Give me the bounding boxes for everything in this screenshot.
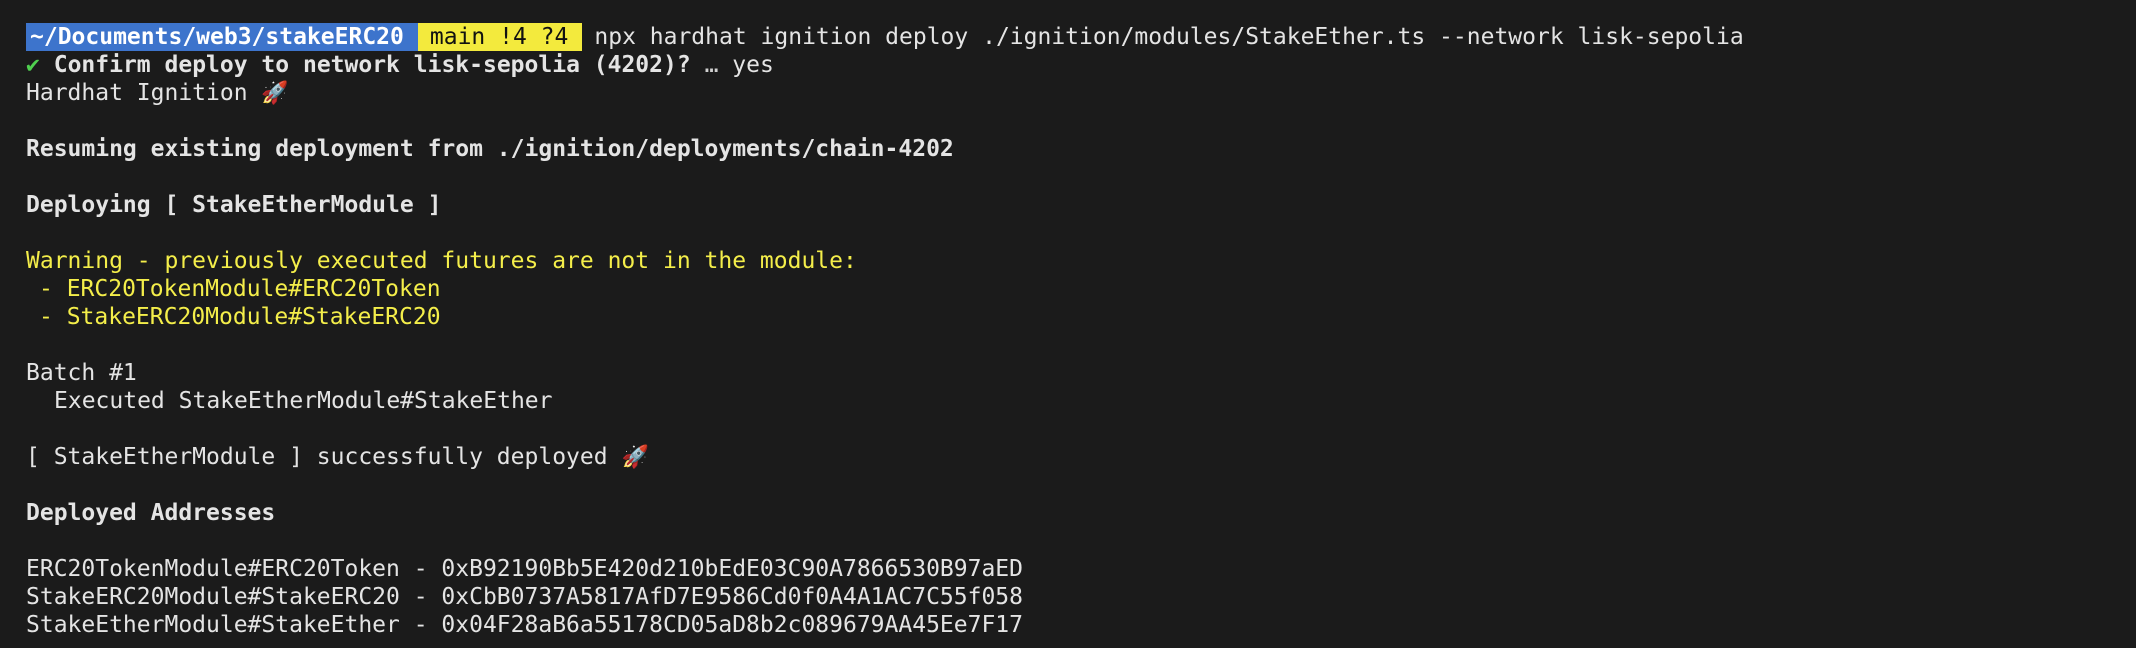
git-status-segment: main !4 ?4 — [417, 23, 583, 51]
address-line: StakeERC20Module#StakeERC20 - 0xCbB0737A… — [26, 584, 1023, 610]
warning-item: - StakeERC20Module#StakeERC20 — [0, 303, 2136, 331]
resuming-line: Resuming existing deployment from ./igni… — [26, 136, 954, 162]
address-line: StakeEtherModule#StakeEther - 0x04F28aB6… — [26, 612, 1023, 638]
hardhat-title-line: Hardhat Ignition 🚀 — [0, 79, 2136, 107]
warning-item-text: - StakeERC20Module#StakeERC20 — [39, 304, 441, 330]
warning-item-text: - ERC20TokenModule#ERC20Token — [39, 276, 441, 302]
prompt-path-bold: web3/stakeERC20 — [196, 24, 404, 50]
success-line: [ StakeEtherModule ] successfully deploy… — [0, 443, 2136, 471]
confirm-line: ✔ Confirm deploy to network lisk-sepolia… — [0, 51, 2136, 79]
terminal-window[interactable]: ~/Documents/web3/stakeERC20 main !4 ?4 npx… — [0, 0, 2136, 648]
confirm-ellipsis: … — [704, 52, 719, 78]
prompt-line: ~/Documents/web3/stakeERC20 main !4 ?4 npx… — [0, 23, 2136, 51]
prompt-path-prefix: ~/Documents/ — [30, 24, 197, 50]
batch-title: Batch #1 — [26, 360, 137, 386]
address-line: ERC20TokenModule#ERC20Token - 0xB92190Bb… — [26, 556, 1023, 582]
confirm-question: Confirm deploy to network lisk-sepolia (… — [53, 52, 691, 78]
deploying-line: Deploying [ StakeEtherModule ] — [26, 192, 442, 218]
warning-item: - ERC20TokenModule#ERC20Token — [0, 275, 2136, 303]
confirm-answer: yes — [732, 52, 774, 78]
rocket-icon: 🚀 — [261, 81, 289, 106]
hardhat-title: Hardhat Ignition — [26, 80, 248, 106]
batch-executed-line: Executed StakeEtherModule#StakeEther — [0, 387, 2136, 415]
check-icon: ✔ — [26, 52, 40, 78]
batch-executed: Executed StakeEtherModule#StakeEther — [54, 388, 553, 414]
prompt-path-segment: ~/Documents/web3/stakeERC20 — [26, 23, 418, 51]
success-text: [ StakeEtherModule ] successfully deploy… — [26, 444, 608, 470]
command-text: npx hardhat ignition deploy ./ignition/m… — [594, 24, 1744, 50]
warning-title: Warning - previously executed futures ar… — [26, 248, 857, 274]
rocket-icon: 🚀 — [621, 445, 649, 470]
deployed-addresses-title: Deployed Addresses — [26, 500, 276, 526]
